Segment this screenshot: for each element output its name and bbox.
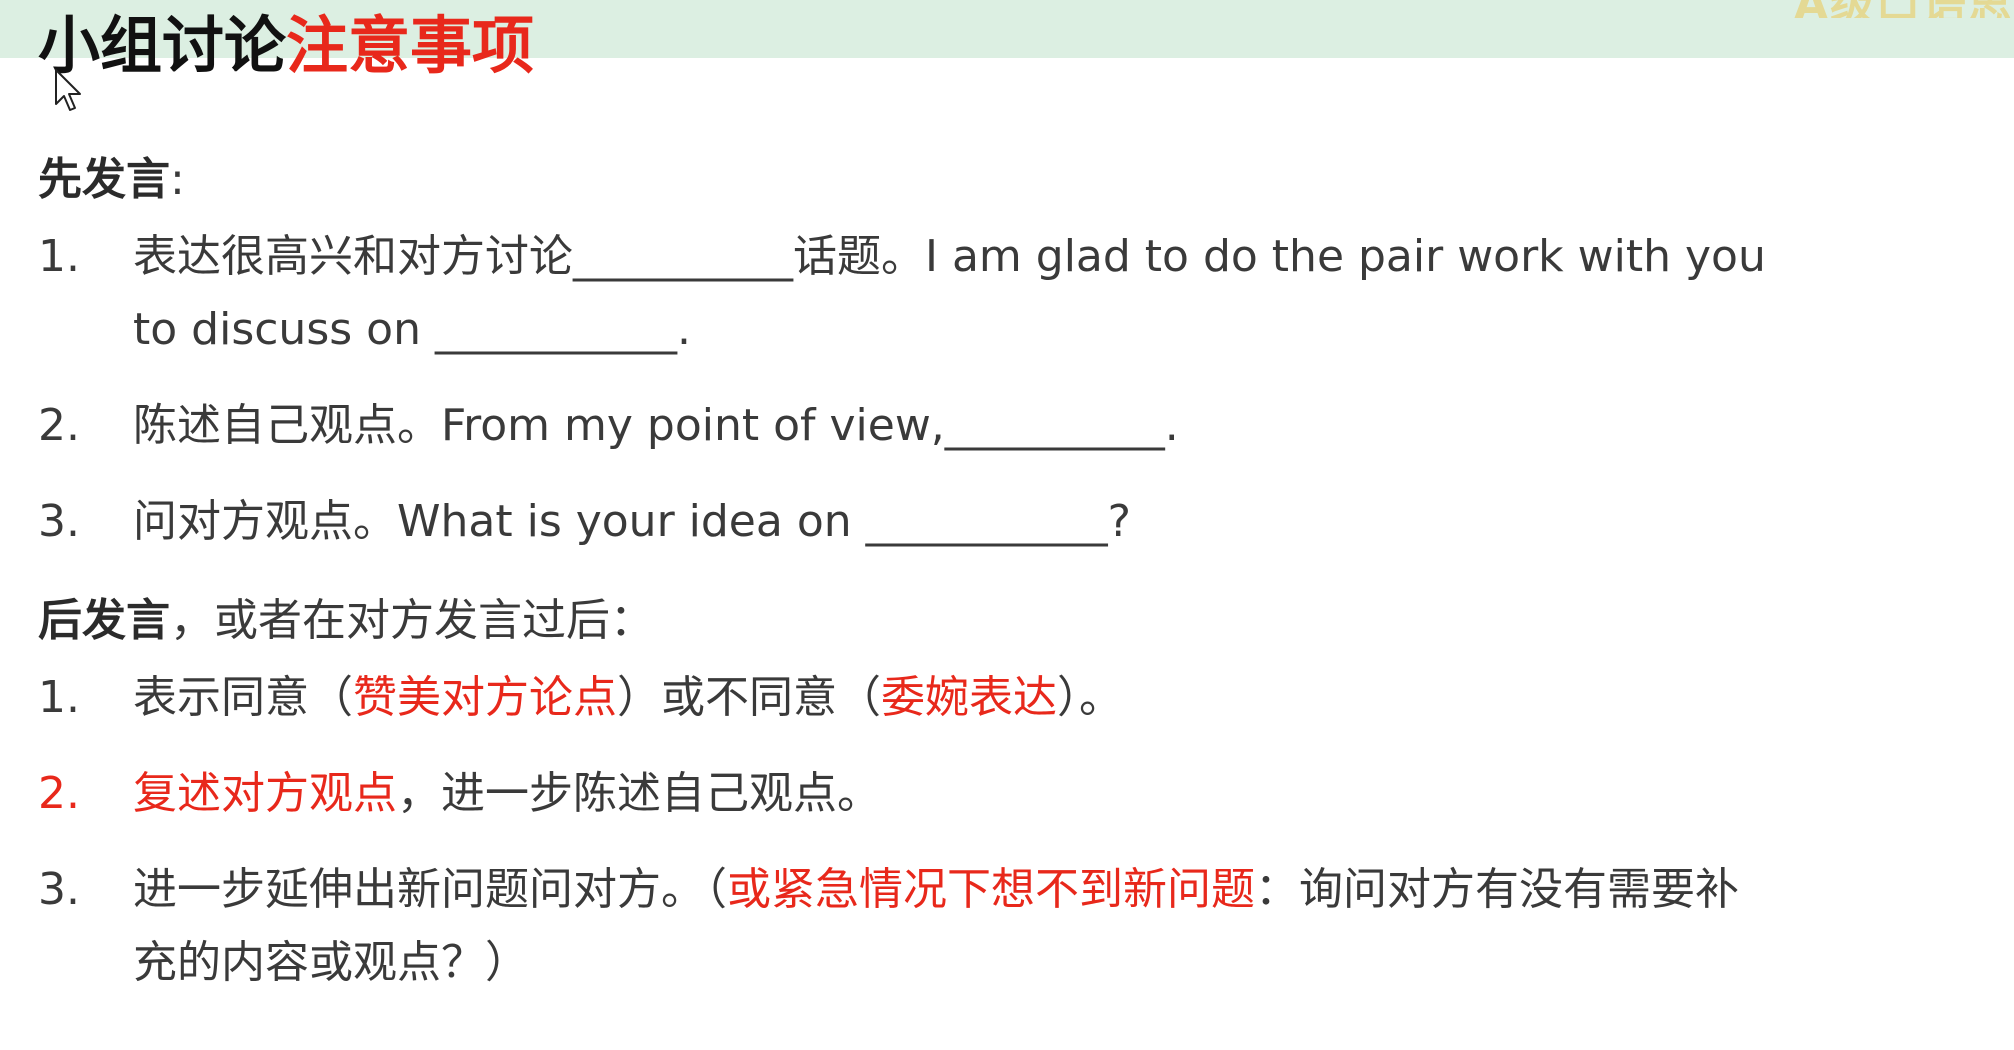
item-text-line-1: 表达很高兴和对方讨论__________话题。I am glad to do t… [133, 231, 1766, 282]
highlight-text: 复述对方观点 [133, 768, 397, 819]
item-text: 表示同意（赞美对方论点）或不同意（委婉表达）。 [133, 672, 1123, 723]
item-number: 1. [38, 672, 80, 723]
item-text-line-1: 进一步延伸出新问题问对方。（或紧急情况下想不到新问题：询问对方有没有需要补 [133, 864, 1739, 915]
item-text: 陈述自己观点。From my point of view,__________. [133, 400, 1179, 451]
first-speaker-item-3: 3. 问对方观点。What is your idea on __________… [38, 485, 1998, 558]
highlight-text: 赞美对方论点 [353, 672, 617, 723]
corner-logo: A级口语思 [1714, 0, 2014, 18]
second-speaker-heading: 后发言，或者在对方发言过后： [38, 595, 654, 646]
page-title: 小组讨论注意事项 [38, 6, 534, 86]
item-number: 2. [38, 400, 80, 451]
item-text-line-2: to discuss on ___________. [133, 304, 691, 355]
item-text-line-2: 充的内容或观点？） [133, 937, 529, 988]
title-part-accent: 注意事项 [286, 9, 535, 82]
first-speaker-item-1: 1. 表达很高兴和对方讨论__________话题。I am glad to d… [38, 220, 1998, 366]
item-number: 1. [38, 231, 80, 282]
mouse-pointer-icon [55, 69, 81, 111]
item-number: 3. [38, 864, 80, 915]
item-number: 2. [38, 768, 80, 819]
second-speaker-item-1: 1. 表示同意（赞美对方论点）或不同意（委婉表达）。 [38, 661, 1998, 734]
first-speaker-item-2: 2. 陈述自己观点。From my point of view,________… [38, 389, 1998, 462]
first-speaker-heading: 先发言: [38, 154, 185, 205]
document-body: 先发言: 1. 表达很高兴和对方讨论__________话题。I am glad… [38, 140, 1998, 1022]
item-number: 3. [38, 496, 80, 547]
item-text: 问对方观点。What is your idea on ___________? [133, 496, 1131, 547]
highlight-text: 或紧急情况下想不到新问题 [727, 864, 1255, 915]
highlight-text: 委婉表达 [881, 672, 1057, 723]
item-text: 复述对方观点，进一步陈述自己观点。 [133, 768, 881, 819]
second-speaker-item-2: 2. 复述对方观点，进一步陈述自己观点。 [38, 757, 1998, 830]
second-speaker-item-3: 3. 进一步延伸出新问题问对方。（或紧急情况下想不到新问题：询问对方有没有需要补… [38, 853, 1998, 999]
